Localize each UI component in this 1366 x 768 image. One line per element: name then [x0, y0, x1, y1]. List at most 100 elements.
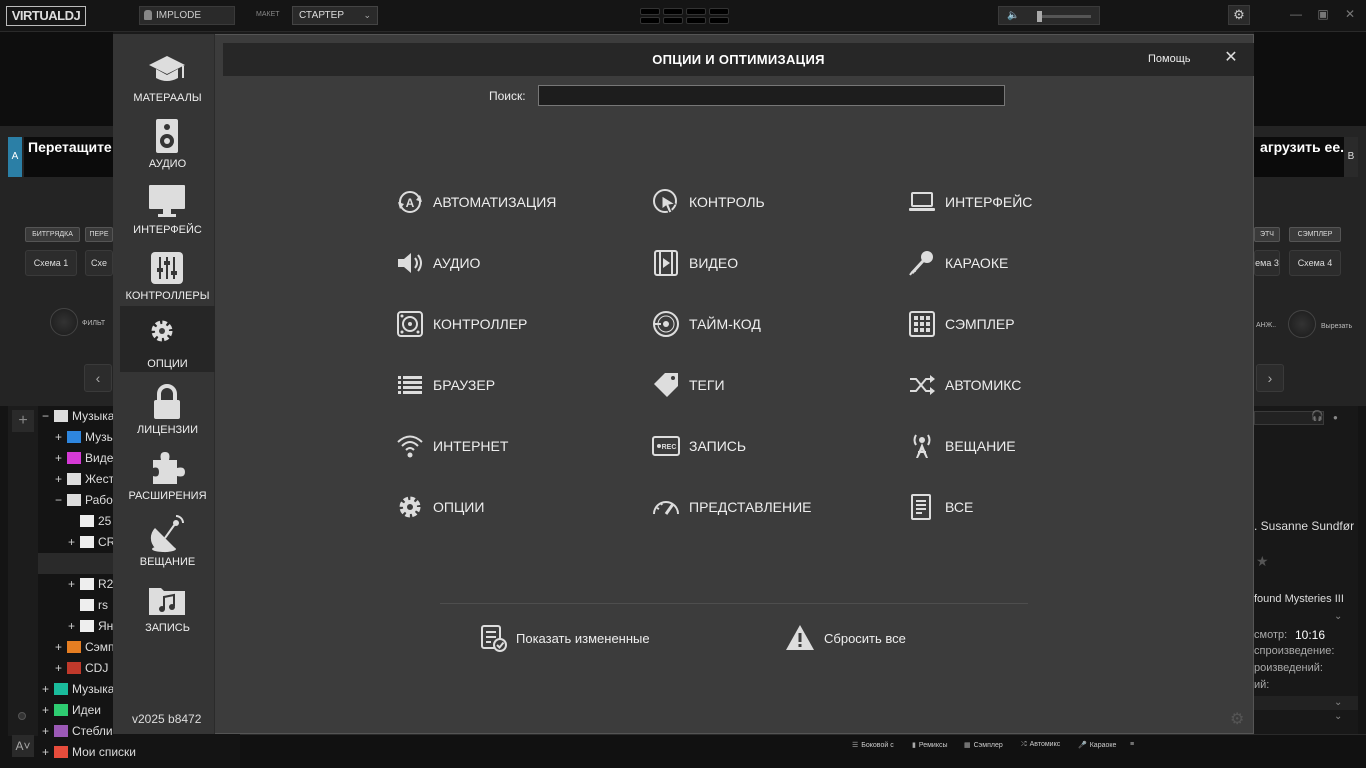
pad-mode-button[interactable]: ПЕРЕ [85, 227, 113, 242]
tree-item[interactable]: + Ян [68, 616, 113, 637]
option-cursor-click[interactable]: КОНТРОЛЬ [651, 187, 891, 217]
tree-item[interactable]: − Музыка ( [42, 406, 122, 427]
beatgrid-button[interactable]: БИТГРЯДКА [25, 227, 80, 242]
filter-knob[interactable] [50, 308, 78, 336]
expand-toggle-icon[interactable]: + [55, 658, 67, 679]
option-shuffle[interactable]: АВТОМИКС [907, 370, 1147, 400]
expand-toggle-icon[interactable]: + [42, 679, 54, 700]
tree-item[interactable]: + R2 [68, 574, 113, 595]
tree-item[interactable]: + Музыка [42, 679, 114, 700]
bottom-tab-karaoke[interactable]: 🎤 Караоке [1078, 741, 1116, 749]
close-icon[interactable]: ✕ [1222, 48, 1240, 68]
tree-item[interactable]: + Сэмп [55, 637, 115, 658]
option-automation[interactable]: A АВТОМАТИЗАЦИЯ [395, 187, 635, 217]
sidebar-item-graduation-cap[interactable]: МАТЕРААЛЫ [120, 40, 215, 106]
show-changed-button[interactable]: Показать измененные [479, 623, 669, 653]
tree-item[interactable]: + CR [68, 532, 115, 553]
tree-item[interactable]: + CDJ [55, 658, 108, 679]
tree-item[interactable]: + Жест [55, 469, 114, 490]
layout-grid-button[interactable] [640, 17, 660, 24]
expand-toggle-icon[interactable]: + [42, 742, 54, 763]
option-volume[interactable]: АУДИО [395, 248, 635, 278]
sidebar-item-sliders[interactable]: КОНТРОЛЛЕРЫ [120, 238, 215, 304]
next-button[interactable]: › [1256, 364, 1284, 392]
tree-item[interactable]: + Мои списки [42, 742, 136, 763]
tree-item[interactable]: − Рабо [55, 490, 113, 511]
option-controller[interactable]: КОНТРОЛЛЕР [395, 309, 635, 339]
prev-button[interactable]: ‹ [84, 364, 112, 392]
option-rec[interactable]: REC ЗАПИСЬ [651, 431, 891, 461]
font-size-button[interactable]: A˅ [12, 735, 34, 757]
volume-handle[interactable] [1037, 11, 1042, 22]
tree-item[interactable]: + Стебли [42, 721, 113, 742]
sidebar-handle[interactable] [18, 712, 26, 720]
option-list[interactable]: БРАУЗЕР [395, 370, 635, 400]
tree-item[interactable]: + Музы [55, 427, 115, 448]
master-volume[interactable]: 🔈 [998, 6, 1100, 25]
chevron-down-icon[interactable]: ⌄ [1334, 711, 1342, 722]
chevron-down-icon[interactable]: ⌄ [1334, 697, 1342, 708]
sampler-button-b[interactable]: СЭМПЛЕР [1289, 227, 1341, 242]
sidebar-item-monitor[interactable]: ИНТЕРФЕЙС [120, 172, 215, 238]
option-wifi[interactable]: ИНТЕРНЕТ [395, 431, 635, 461]
pad-scheme-4[interactable]: Схема 4 [1289, 250, 1341, 276]
pad-scheme-3[interactable]: ема 3 [1254, 250, 1280, 276]
volume-track[interactable] [1037, 15, 1091, 18]
rating-star-icon[interactable]: ★ [1256, 553, 1269, 570]
option-antenna[interactable]: ВЕЩАНИЕ [907, 431, 1147, 461]
expand-toggle-icon[interactable]: − [55, 490, 67, 511]
expand-toggle-icon[interactable]: + [68, 532, 80, 553]
bottom-tab-sampler[interactable]: ▦ Сэмплер [964, 741, 1003, 749]
help-link[interactable]: Помощь [1148, 53, 1191, 65]
expand-toggle-icon[interactable]: + [42, 721, 54, 742]
expand-toggle-icon[interactable]: + [55, 448, 67, 469]
pad-scheme-2[interactable]: Схе [85, 250, 113, 276]
search-input[interactable] [538, 85, 1005, 106]
minimize-window-icon[interactable]: — [1286, 7, 1306, 21]
sidebar-item-puzzle[interactable]: РАСШИРЕНИЯ [120, 438, 215, 504]
option-vinyl[interactable]: ТАЙМ-КОД [651, 309, 891, 339]
pad-scheme-1[interactable]: Схема 1 [25, 250, 77, 276]
expand-toggle-icon[interactable]: + [55, 469, 67, 490]
sidebar-item-lock[interactable]: ЛИЦЕНЗИИ [120, 372, 215, 438]
expand-toggle-icon[interactable]: + [68, 616, 80, 637]
more-options-icon[interactable]: ≡ [1130, 741, 1134, 748]
expand-toggle-icon[interactable]: + [55, 427, 67, 448]
layout-grid-button[interactable] [686, 17, 706, 24]
tree-item[interactable]: + Виде [55, 448, 113, 469]
settings-gear-button[interactable]: ⚙ [1228, 5, 1250, 25]
tree-item[interactable]: 25 [68, 511, 111, 532]
option-laptop[interactable]: ИНТЕРФЕЙС [907, 187, 1147, 217]
option-pad-grid[interactable]: СЭМПЛЕР [907, 309, 1147, 339]
maximize-window-icon[interactable]: ▣ [1313, 7, 1333, 21]
option-gear[interactable]: ОПЦИИ [395, 492, 635, 522]
sidebar-item-gear[interactable]: ОПЦИИ [120, 306, 215, 372]
tree-item[interactable]: rs [68, 595, 108, 616]
expand-toggle-icon[interactable]: + [42, 700, 54, 721]
bottom-tab-automix[interactable]: ⤮ Автомикс [1021, 741, 1060, 749]
layout-grid-button[interactable] [709, 17, 729, 24]
user-account-box[interactable]: IMPLODE [139, 6, 235, 25]
pad-mode-button-b[interactable]: ЭТЧ [1254, 227, 1280, 242]
bottom-tab-remix[interactable]: ▮ Ремиксы [912, 741, 948, 749]
reset-all-button[interactable]: Сбросить все [785, 623, 925, 653]
layout-grid-button[interactable] [686, 8, 706, 15]
option-gauge[interactable]: ПРЕДСТАВЛЕНИЕ [651, 492, 891, 522]
expand-toggle-icon[interactable]: − [42, 406, 54, 427]
sidebar-item-satellite-dish[interactable]: ВЕЩАНИЕ [120, 504, 215, 570]
bottom-tab-sidebar[interactable]: ☰ Боковой с [852, 741, 894, 749]
option-film[interactable]: ВИДЕО [651, 248, 891, 278]
expand-toggle-icon[interactable]: + [68, 574, 80, 595]
sidebar-item-speaker[interactable]: АУДИО [120, 106, 215, 172]
option-microphone[interactable]: КАРАОКЕ [907, 248, 1147, 278]
layout-grid-button[interactable] [640, 8, 660, 15]
gear-icon[interactable]: ⚙ [1230, 709, 1248, 728]
expand-toggle-icon[interactable]: + [55, 637, 67, 658]
layout-grid-button[interactable] [663, 8, 683, 15]
option-document[interactable]: ВСЕ [907, 492, 1147, 522]
tree-item[interactable]: + Идеи [42, 700, 101, 721]
add-folder-button[interactable]: + [12, 410, 34, 432]
layout-grid-button[interactable] [709, 8, 729, 15]
layout-grid-button[interactable] [663, 17, 683, 24]
sidebar-item-music-folder[interactable]: ЗАПИСЬ [120, 570, 215, 636]
